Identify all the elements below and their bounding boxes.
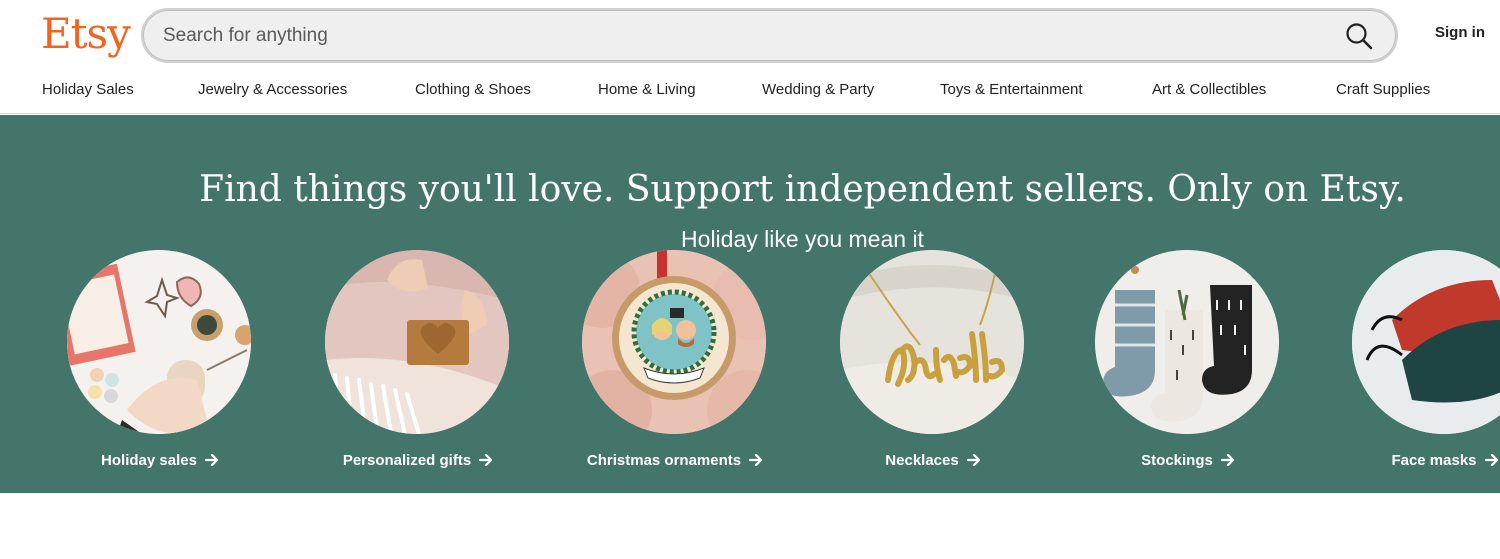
search-input[interactable] xyxy=(161,16,1311,56)
arrow-right-icon xyxy=(1484,454,1498,466)
header: Etsy Sign in xyxy=(0,0,1500,70)
christmas-ornaments-image xyxy=(582,250,766,434)
etsy-logo[interactable]: Etsy xyxy=(41,6,131,62)
hero-item-personalized-gifts[interactable]: Personalized gifts xyxy=(288,250,548,490)
personalized-gifts-link[interactable]: Personalized gifts xyxy=(288,452,548,469)
arrow-right-icon xyxy=(1220,454,1234,466)
hero-item-christmas-ornaments[interactable]: Christmas ornaments xyxy=(545,250,805,490)
christmas-ornaments-link[interactable]: Christmas ornaments xyxy=(545,452,805,469)
hero-item-holiday-sales[interactable]: Holiday sales xyxy=(30,250,290,490)
stockings-image xyxy=(1095,250,1279,434)
search-bar[interactable] xyxy=(141,8,1398,63)
hero-item-necklaces[interactable]: Necklaces xyxy=(803,250,1063,490)
sign-in-link[interactable]: Sign in xyxy=(1435,24,1485,41)
category-jewelry-accessories[interactable]: Jewelry & Accessories xyxy=(198,81,347,98)
category-toys-entertainment[interactable]: Toys & Entertainment xyxy=(940,81,1083,98)
category-holiday-sales[interactable]: Holiday Sales xyxy=(42,81,134,98)
holiday-sales-image xyxy=(67,250,251,434)
search-button[interactable] xyxy=(1344,21,1374,51)
necklaces-link[interactable]: Necklaces xyxy=(803,452,1063,469)
category-craft-supplies[interactable]: Craft Supplies xyxy=(1336,81,1430,98)
face-masks-image xyxy=(1352,250,1500,434)
hero-item-face-masks[interactable]: Face masks xyxy=(1315,250,1500,490)
holiday-sales-link[interactable]: Holiday sales xyxy=(30,452,290,469)
necklaces-image xyxy=(840,250,1024,434)
category-art-collectibles[interactable]: Art & Collectibles xyxy=(1152,81,1266,98)
face-masks-link[interactable]: Face masks xyxy=(1315,452,1500,469)
hero-title: Find things you'll love. Support indepen… xyxy=(199,169,1406,211)
category-nav: Holiday Sales Jewelry & Accessories Clot… xyxy=(0,70,1500,114)
arrow-right-icon xyxy=(749,454,763,466)
arrow-right-icon xyxy=(204,454,219,466)
arrow-right-icon xyxy=(479,454,493,466)
category-home-living[interactable]: Home & Living xyxy=(598,81,696,98)
personalized-gifts-image xyxy=(325,250,509,434)
search-icon xyxy=(1346,23,1373,50)
stockings-link[interactable]: Stockings xyxy=(1058,452,1318,469)
category-clothing-shoes[interactable]: Clothing & Shoes xyxy=(415,81,531,98)
arrow-right-icon xyxy=(966,454,980,466)
hero-item-stockings[interactable]: Stockings xyxy=(1058,250,1318,490)
hero-banner: Find things you'll love. Support indepen… xyxy=(0,115,1500,493)
category-wedding-party[interactable]: Wedding & Party xyxy=(762,81,874,98)
